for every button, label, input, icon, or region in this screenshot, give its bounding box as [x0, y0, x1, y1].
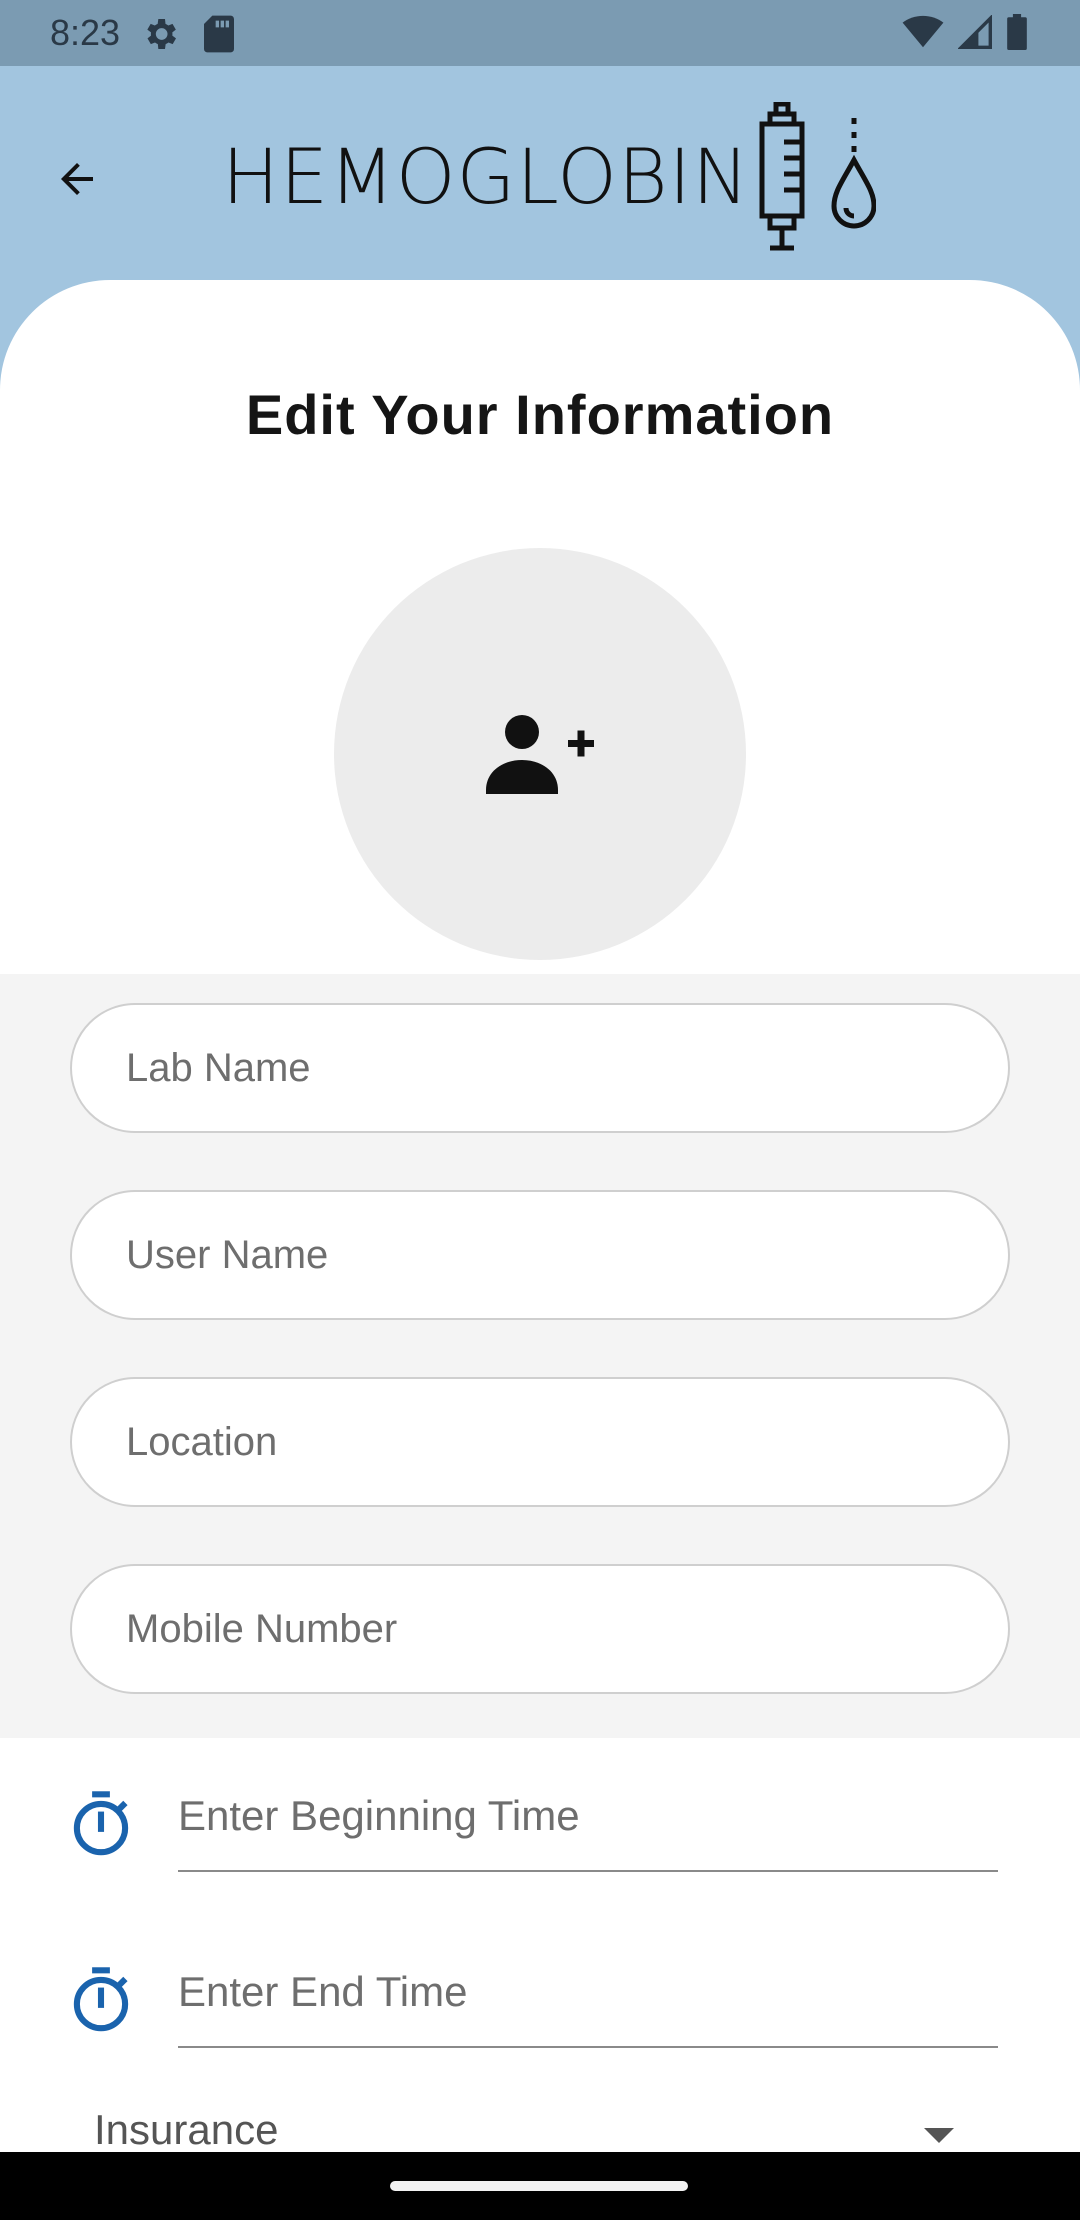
back-button[interactable] — [44, 146, 110, 212]
app-bar: HEMOGLOBIN — [0, 66, 1080, 282]
battery-icon — [1007, 14, 1027, 50]
status-bar: 8:23 — [0, 0, 1080, 66]
user-name-input[interactable] — [70, 1190, 1010, 1320]
end-time-input[interactable] — [178, 1938, 998, 2048]
wifi-icon — [902, 15, 944, 48]
lab-name-input[interactable] — [70, 1003, 1010, 1133]
sd-card-icon — [204, 15, 234, 53]
mobile-number-input[interactable] — [70, 1564, 1010, 1694]
timer-icon — [73, 1791, 129, 1856]
settings-icon — [147, 19, 176, 49]
begin-time-row — [70, 1762, 1010, 1902]
page-title: Edit Your Information — [245, 383, 835, 446]
person-add-icon — [486, 715, 594, 794]
syringe-drop-icon — [759, 102, 876, 251]
arrow-back-icon — [61, 163, 93, 195]
dropdown-arrow-icon — [924, 2128, 954, 2143]
location-input[interactable] — [70, 1377, 1010, 1507]
begin-time-input[interactable] — [178, 1762, 998, 1872]
status-left-icons — [140, 14, 236, 54]
screen: 8:23 HEMOGLOBIN Edit Your Information La… — [0, 0, 1080, 2220]
status-right-icons — [902, 14, 1028, 50]
signal-icon — [958, 15, 992, 49]
timer-icon — [73, 1967, 129, 2032]
status-time: 8:23 — [50, 12, 121, 53]
avatar-picker[interactable] — [334, 548, 746, 960]
insurance-label: Insurance — [94, 2106, 279, 2153]
brand-name: HEMOGLOBIN — [222, 132, 750, 221]
end-time-row — [70, 1938, 1010, 2078]
home-indicator[interactable] — [390, 2181, 688, 2191]
